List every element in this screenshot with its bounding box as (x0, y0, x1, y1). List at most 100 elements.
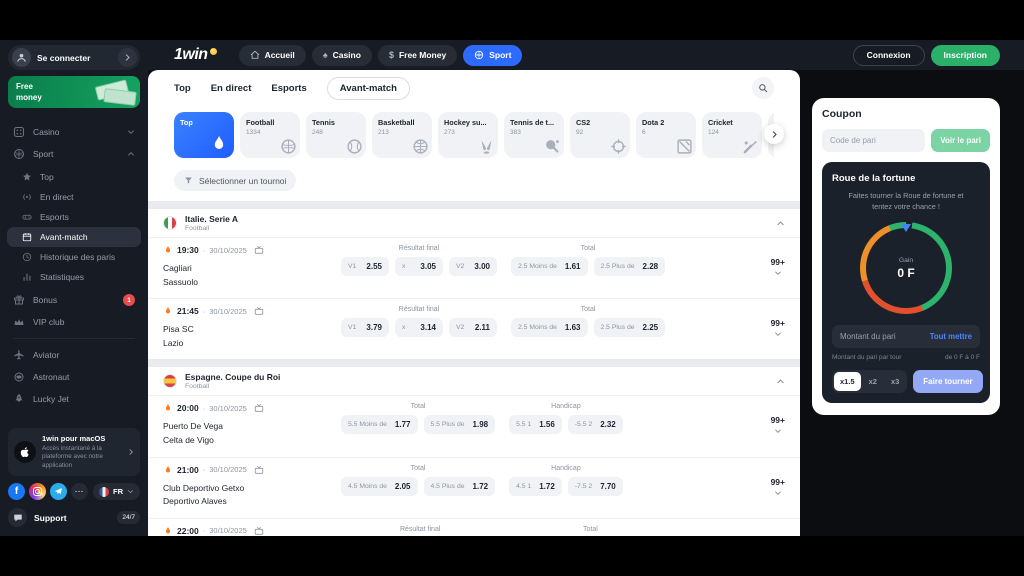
sidebar-item-statistiques[interactable]: Statistiques (7, 267, 141, 287)
sport-card-basketball[interactable]: Basketball 213 (372, 112, 432, 158)
sidebar-item-casino[interactable]: Casino (0, 121, 148, 143)
multiplier-x3-button[interactable]: x3 (885, 372, 905, 391)
tab-avant-match[interactable]: Avant-match (327, 77, 410, 100)
search-button[interactable] (752, 77, 774, 99)
sidebar-item-historique-des-paris[interactable]: Historique des paris (7, 247, 141, 267)
match-info[interactable]: 22:00 · 30/10/2025 Atletic Lleida Espany… (163, 526, 341, 536)
fortune-wheel-desc: Faites tourner la Roue de fortune et ten… (832, 191, 980, 212)
league-header[interactable]: Espagne. Coupe du Roi Football (148, 367, 800, 396)
macos-app-card[interactable]: 1win pour macOS Accès instantané à la pl… (8, 428, 140, 477)
match-info[interactable]: 20:00 · 30/10/2025 Puerto De Vega Celta … (163, 403, 341, 447)
nav-pill-free-money[interactable]: $ Free Money (378, 45, 457, 66)
odds-cell[interactable]: 4.5 11.72 (509, 477, 562, 496)
odds-outcome: -7.5 2 (575, 483, 592, 490)
sport-card-tennis[interactable]: Tennis 248 (306, 112, 366, 158)
all-in-button[interactable]: Tout mettre (930, 332, 972, 341)
odds-cell[interactable]: 5.5 Plus de1.98 (424, 415, 496, 434)
odds-value: 2.28 (643, 262, 659, 271)
tournament-filter-button[interactable]: Sélectionner un tournoi (174, 170, 296, 191)
facebook-icon[interactable]: f (8, 483, 25, 500)
tab-top[interactable]: Top (174, 83, 191, 94)
sidebar-item-vip-club[interactable]: VIP club (0, 311, 148, 333)
coupon-panel: Coupon Voir le pari Roue de la fortune F… (812, 98, 1000, 415)
bet-code-input[interactable] (822, 129, 925, 152)
odds-cell[interactable]: V23.00 (449, 257, 497, 276)
odds-cell[interactable]: 2.5 Plus de2.28 (594, 257, 666, 276)
match-info[interactable]: 21:00 · 30/10/2025 Club Deportivo Getxo … (163, 465, 341, 509)
sports-scroll-right-button[interactable] (764, 124, 784, 144)
nav-pill-accueil[interactable]: Accueil (239, 45, 306, 66)
plane-icon (13, 349, 25, 361)
more-socials-button[interactable]: ⋯ (71, 483, 88, 500)
multiplier-x2-button[interactable]: x2 (863, 372, 883, 391)
telegram-icon[interactable] (50, 483, 67, 500)
match-teams: Puerto De Vega Celta de Vigo (163, 420, 341, 447)
free-money-banner[interactable]: Free money (8, 76, 140, 108)
odds-cell[interactable]: 2.5 Moins de1.61 (511, 257, 588, 276)
sport-card-hockey[interactable]: Hockey su... 273 (438, 112, 498, 158)
spin-wheel-button[interactable]: Faire tourner (913, 370, 982, 393)
more-markets-button[interactable]: 99+ (765, 257, 785, 277)
sidebar-item-avant-match[interactable]: Avant-match (7, 227, 141, 247)
odds-cell[interactable]: -7.5 27.70 (568, 477, 623, 496)
odds-cell[interactable]: 5.5 11.56 (509, 415, 562, 434)
logo[interactable]: 1win (174, 46, 217, 64)
macos-app-title: 1win pour macOS (42, 434, 121, 443)
more-markets-button[interactable]: 99+ (765, 477, 785, 497)
match-date: 30/10/2025 (209, 404, 247, 413)
league-header[interactable]: Italie. Serie A Football (148, 209, 800, 238)
sidebar-item-top[interactable]: Top (7, 167, 141, 187)
odds-cell[interactable]: 4.5 Moins de2.05 (341, 477, 418, 496)
odds-cell[interactable]: 2.5 Plus de2.25 (594, 318, 666, 337)
match-date: 30/10/2025 (209, 526, 247, 535)
sidebar-item-esports[interactable]: Esports (7, 207, 141, 227)
chevron-down-icon (127, 488, 134, 495)
sport-card-cricket[interactable]: Cricket 124 (702, 112, 762, 158)
sidebar-item-bonus[interactable]: Bonus 1 (0, 289, 148, 311)
spade-icon: ♠ (323, 51, 328, 60)
ball-icon (474, 50, 484, 60)
sport-card-table-tennis[interactable]: Tennis de t... 383 (504, 112, 564, 158)
chevron-up-icon[interactable] (776, 377, 785, 386)
sidebar-item-en-direct[interactable]: En direct (7, 187, 141, 207)
login-button[interactable]: Se connecter (8, 45, 140, 70)
odds-cell[interactable]: V22.11 (449, 318, 497, 337)
chevron-up-icon[interactable] (776, 219, 785, 228)
sport-card-football[interactable]: Football 1334 (240, 112, 300, 158)
more-markets-button[interactable]: 99+ (765, 318, 785, 338)
language-selector[interactable]: FR (93, 483, 140, 500)
bet-amount-input[interactable] (840, 332, 924, 341)
tab-en-direct[interactable]: En direct (211, 83, 252, 94)
odds-cell[interactable]: 4.5 Plus de1.72 (424, 477, 496, 496)
odds-cell[interactable]: 2.5 Moins de1.63 (511, 318, 588, 337)
match-info[interactable]: 21:45 · 30/10/2025 Pisa SC Lazio (163, 306, 341, 350)
sport-card-cs2[interactable]: CS2 92 (570, 112, 630, 158)
odds-cell[interactable]: x3.05 (395, 257, 443, 276)
nav-pill-casino[interactable]: ♠ Casino (312, 45, 372, 66)
table-tennis-icon (544, 138, 561, 155)
signup-button[interactable]: Inscription (931, 45, 1000, 66)
instagram-icon[interactable] (29, 483, 46, 500)
sidebar-item-astronaut[interactable]: Astronaut (0, 366, 148, 388)
tab-esports[interactable]: Esports (271, 83, 306, 94)
more-markets-button[interactable]: 99+ (765, 415, 785, 435)
odds-cell[interactable]: -5.5 22.32 (568, 415, 623, 434)
odds-cell[interactable]: 5.5 Moins de1.77 (341, 415, 418, 434)
sport-card-top[interactable]: Top (174, 112, 234, 158)
sidebar-item-lucky-jet[interactable]: Lucky Jet (0, 388, 148, 410)
view-bet-button[interactable]: Voir le pari (931, 129, 990, 152)
odds-outcome: 2.5 Plus de (601, 324, 635, 331)
team-home: Pisa SC (163, 323, 341, 337)
match-info[interactable]: 19:30 · 30/10/2025 Cagliari Sassuolo (163, 245, 341, 289)
sidebar-item-sport[interactable]: Sport (0, 143, 148, 165)
odds-cell[interactable]: V12.55 (341, 257, 389, 276)
support-link[interactable]: Support 24/7 (8, 508, 140, 527)
login-button[interactable]: Connexion (853, 45, 925, 66)
odds-cell[interactable]: x3.14 (395, 318, 443, 337)
sidebar-item-aviator[interactable]: Aviator (0, 344, 148, 366)
sport-card-dota2[interactable]: Dota 2 6 (636, 112, 696, 158)
nav-pill-sport[interactable]: Sport (463, 45, 522, 66)
multiplier-x1-5-button[interactable]: x1.5 (834, 372, 861, 391)
login-label: Se connecter (37, 53, 118, 63)
odds-cell[interactable]: V13.79 (341, 318, 389, 337)
